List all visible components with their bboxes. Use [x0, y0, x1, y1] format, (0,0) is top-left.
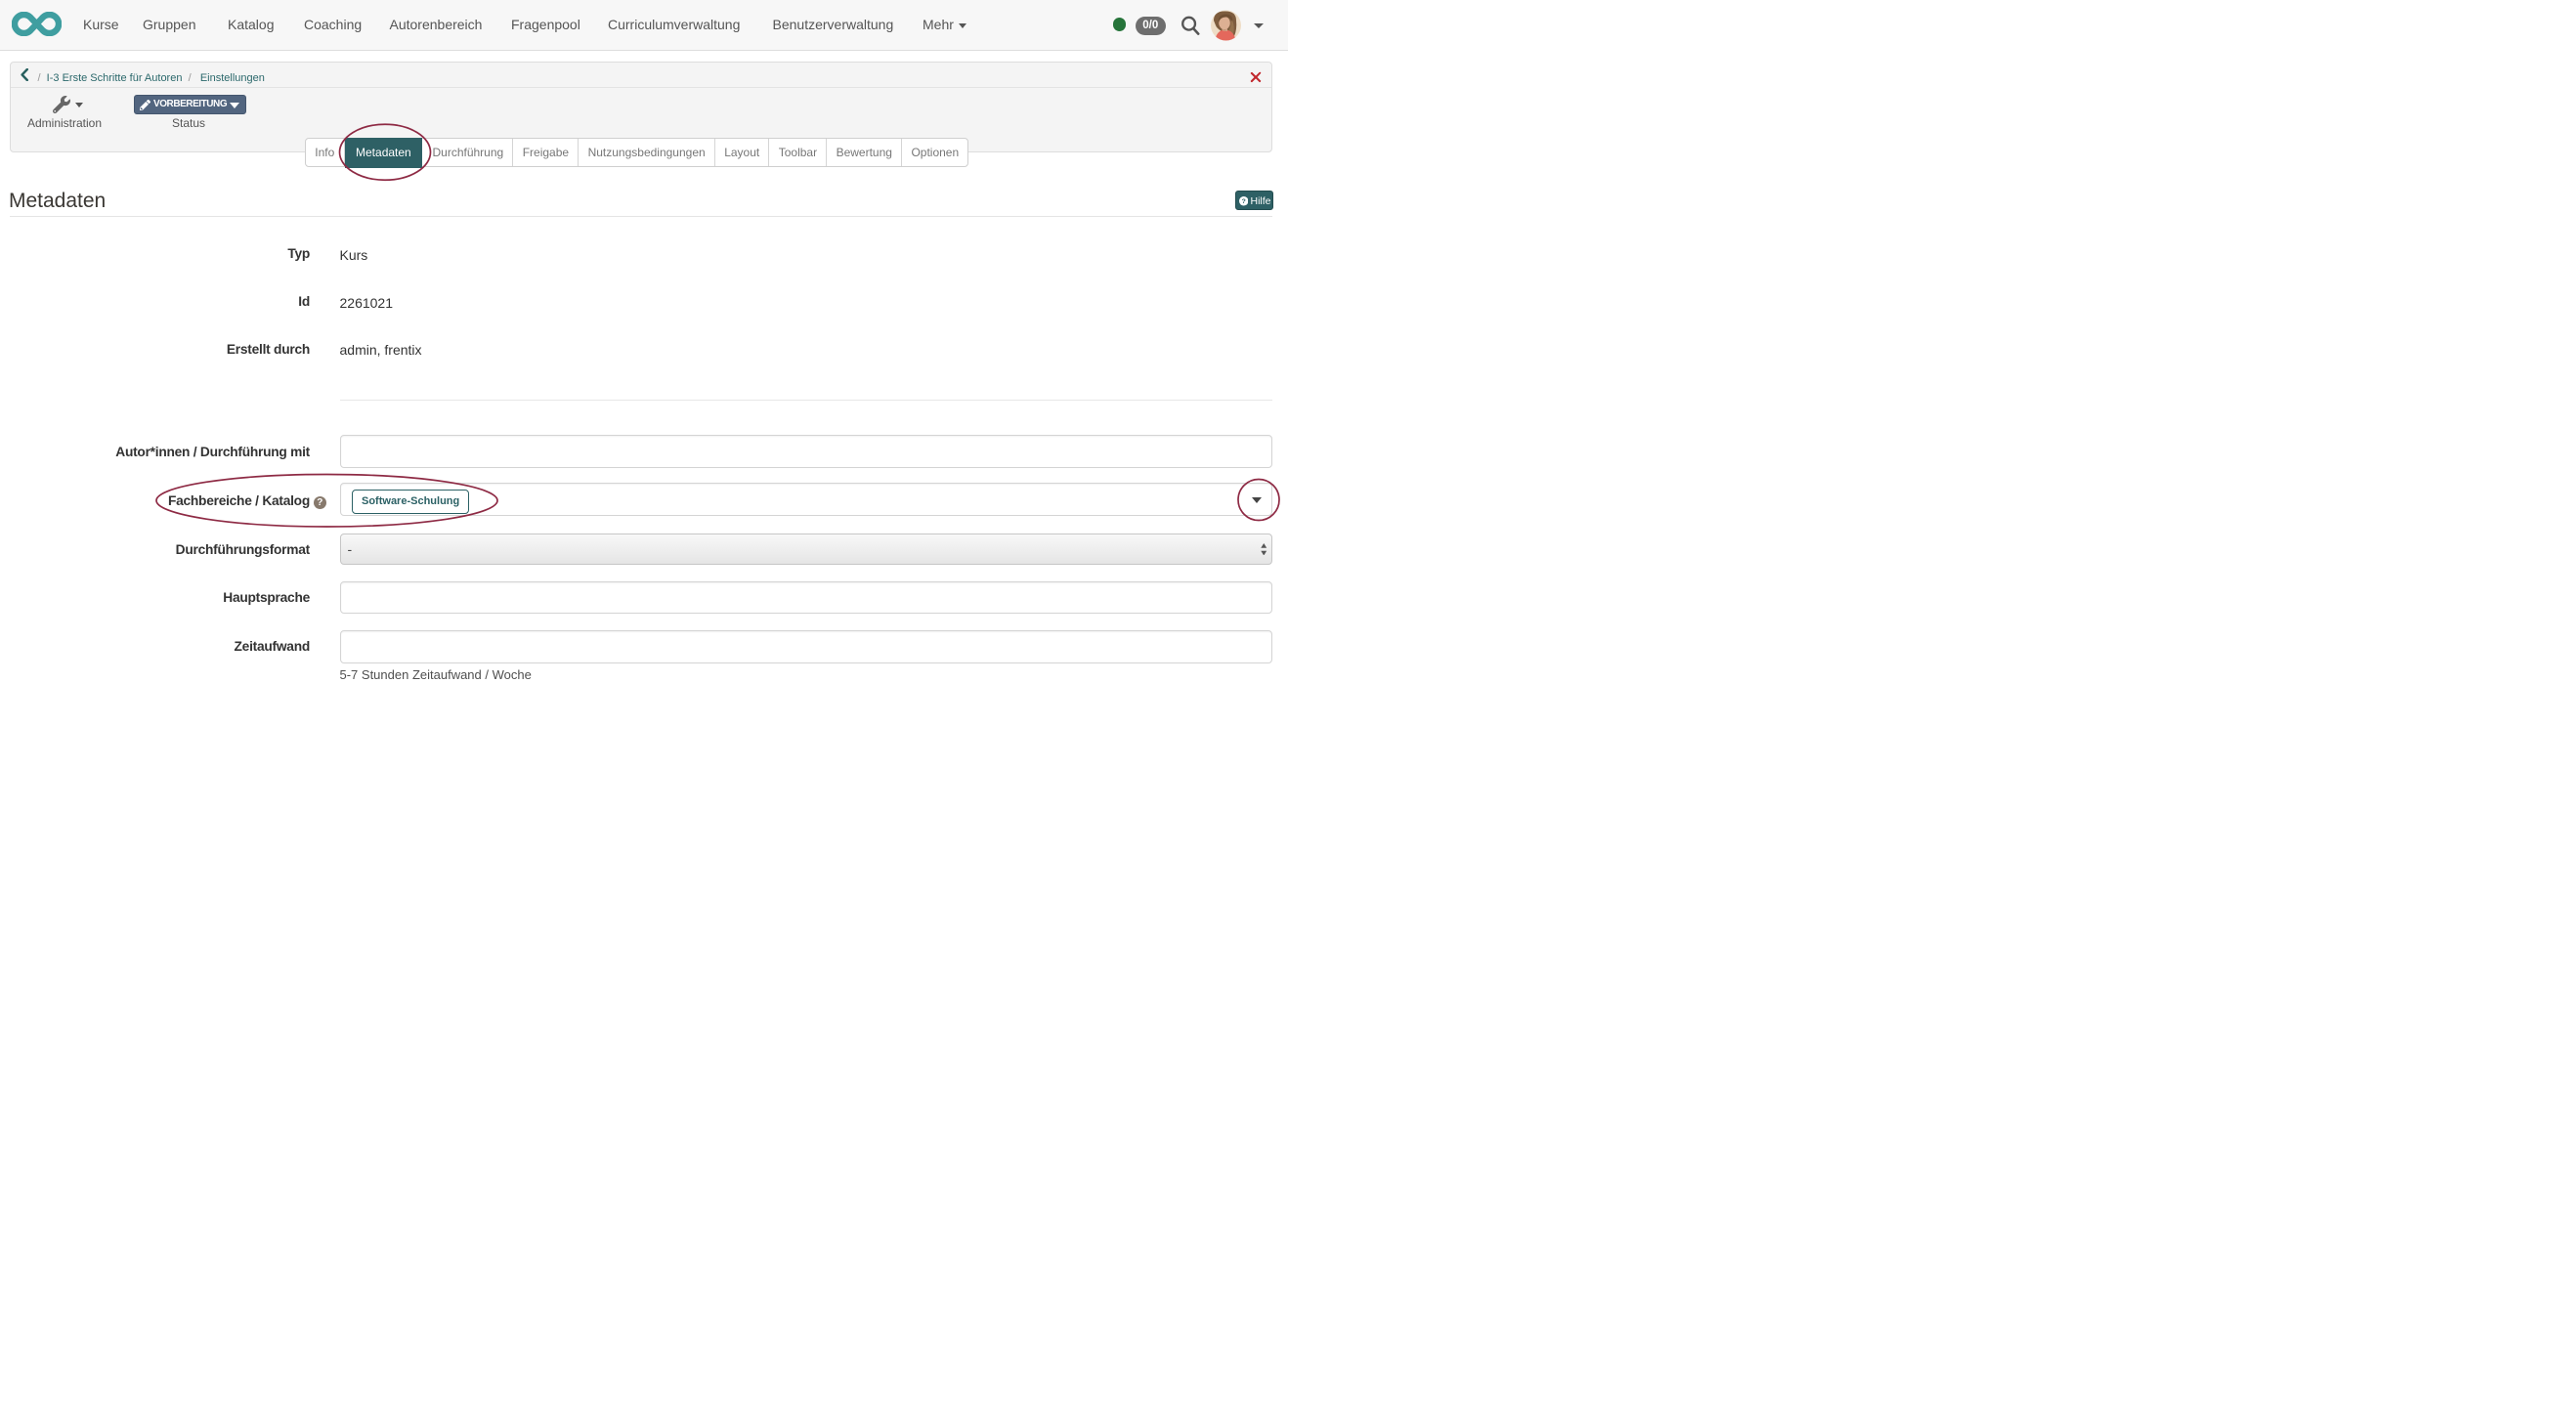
svg-text:?: ?	[1241, 198, 1245, 205]
